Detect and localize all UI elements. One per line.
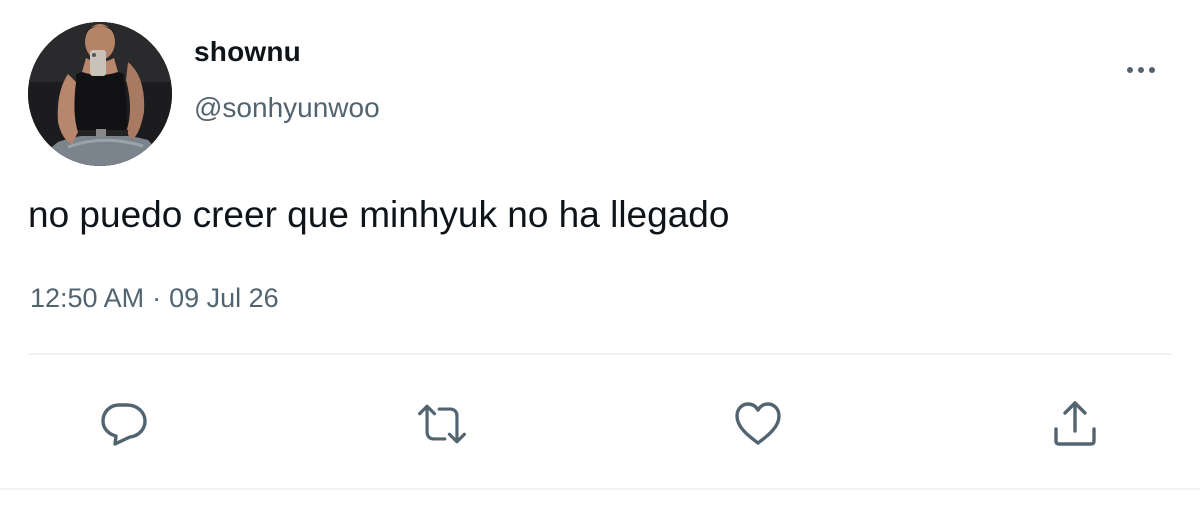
reply-icon bbox=[101, 403, 147, 446]
tweet-timestamp[interactable]: 12:50 AM · 09 Jul 26 bbox=[30, 283, 279, 314]
like-button[interactable] bbox=[730, 396, 786, 452]
avatar[interactable] bbox=[28, 22, 172, 166]
tweet-text: no puedo creer que minhyuk no ha llegado bbox=[28, 194, 730, 235]
share-button[interactable] bbox=[1047, 396, 1103, 452]
share-icon bbox=[1054, 401, 1096, 446]
reply-button[interactable] bbox=[96, 396, 152, 452]
meta-separator: · bbox=[152, 283, 162, 313]
more-icon-dot bbox=[1149, 67, 1155, 73]
more-options-button[interactable] bbox=[1118, 56, 1164, 84]
avatar-photo bbox=[28, 22, 172, 166]
display-name[interactable]: shownu bbox=[194, 36, 301, 68]
divider bbox=[28, 353, 1172, 355]
retweet-button[interactable] bbox=[414, 396, 470, 452]
divider-bottom bbox=[0, 488, 1200, 490]
tweet-time: 12:50 AM bbox=[30, 283, 145, 313]
user-handle[interactable]: @sonhyunwoo bbox=[194, 92, 380, 124]
heart-icon bbox=[735, 402, 781, 445]
tweet-card: shownu @sonhyunwoo no puedo creer que mi… bbox=[0, 0, 1200, 506]
more-icon bbox=[1127, 67, 1133, 73]
retweet-icon bbox=[418, 404, 466, 444]
more-icon-dot bbox=[1138, 67, 1144, 73]
tweet-date: 09 Jul 26 bbox=[169, 283, 279, 313]
